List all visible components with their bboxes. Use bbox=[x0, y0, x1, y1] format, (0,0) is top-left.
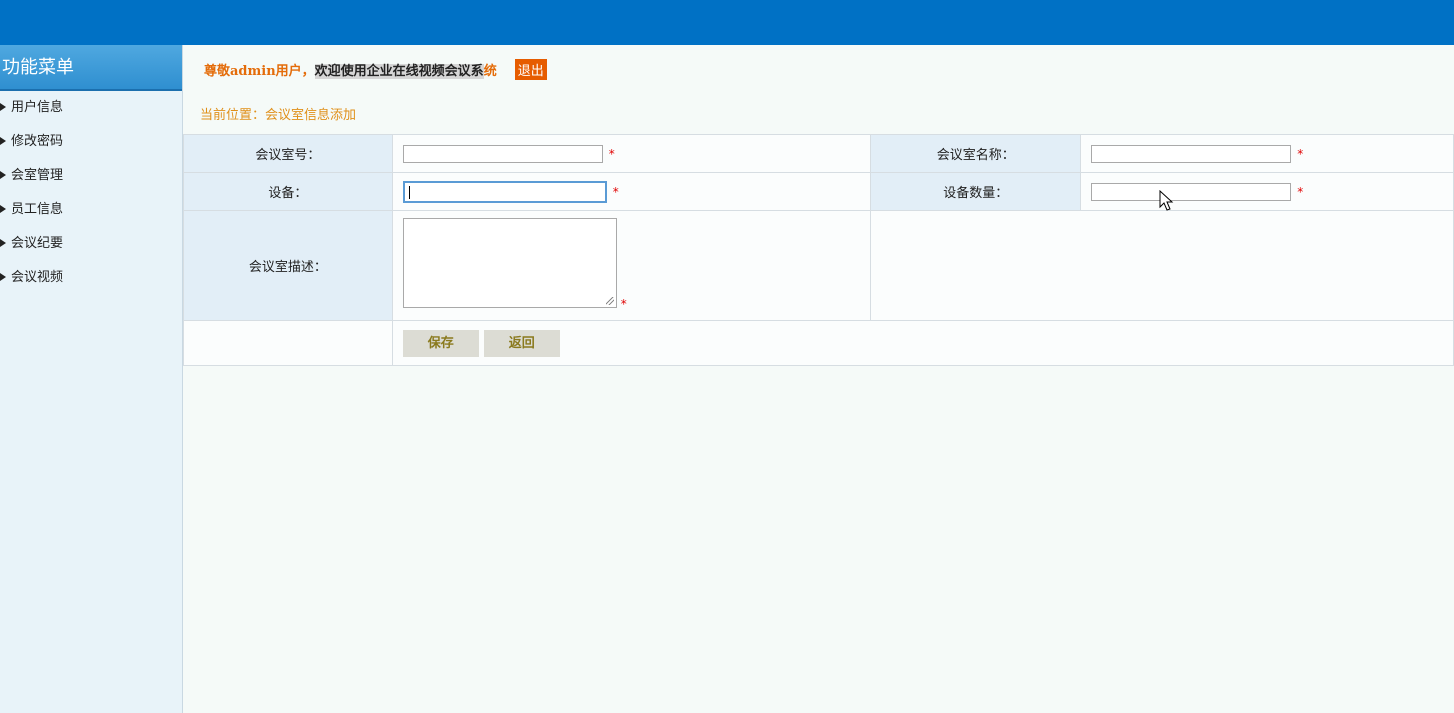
resize-grip-icon[interactable] bbox=[605, 297, 614, 305]
room-no-input[interactable] bbox=[402, 144, 603, 163]
room-no-label: 会议室号： bbox=[183, 134, 393, 173]
description-wrap: * bbox=[393, 211, 871, 320]
sidebar-item-label: 会室管理 bbox=[11, 168, 64, 183]
room-no-cell: * bbox=[391, 134, 872, 173]
device-count-input[interactable] bbox=[1091, 182, 1292, 201]
required-mark: * bbox=[620, 297, 627, 311]
sidebar-item-label: 员工信息 bbox=[11, 202, 64, 217]
arrow-right-icon bbox=[0, 205, 6, 213]
required-mark: * bbox=[1297, 184, 1304, 199]
sidebar-item-change-password[interactable]: 修改密码 bbox=[0, 125, 182, 159]
arrow-right-icon bbox=[0, 171, 6, 179]
sidebar-item-label: 会议纪要 bbox=[11, 236, 64, 251]
device-cell: * bbox=[391, 172, 872, 211]
empty-cell bbox=[183, 320, 393, 366]
welcome-message: 尊敬admin用户，欢迎使用企业在线视频会议系统 退出 bbox=[204, 59, 547, 80]
description-label: 会议室描述： bbox=[183, 210, 393, 321]
sidebar-item-label: 会议视频 bbox=[11, 270, 64, 285]
sidebar-item-user-info[interactable]: 用户信息 bbox=[0, 91, 182, 125]
actions-cell: 保存 返回 bbox=[391, 320, 1454, 366]
arrow-right-icon bbox=[0, 137, 6, 145]
breadcrumb: 当前位置：会议室信息添加 bbox=[200, 108, 357, 123]
sidebar-menu: 用户信息 修改密码 会室管理 员工信息 会议纪要 会议视频 bbox=[0, 91, 182, 295]
device-count-label: 设备数量： bbox=[870, 172, 1082, 211]
sidebar-item-employee-info[interactable]: 员工信息 bbox=[0, 193, 182, 227]
required-mark: * bbox=[608, 146, 615, 161]
sidebar-item-room-management[interactable]: 会室管理 bbox=[0, 159, 182, 193]
save-button[interactable]: 保存 bbox=[402, 329, 479, 357]
room-name-cell: * bbox=[1080, 134, 1454, 173]
top-banner bbox=[0, 0, 1454, 45]
sidebar-item-label: 用户信息 bbox=[11, 100, 64, 115]
main-content: 尊敬admin用户，欢迎使用企业在线视频会议系统 退出 当前位置：会议室信息添加 … bbox=[183, 45, 1454, 713]
sidebar: 功能菜单 用户信息 修改密码 会室管理 员工信息 会议纪要 会议视频 bbox=[0, 45, 183, 713]
sidebar-title: 功能菜单 bbox=[0, 45, 182, 91]
mouse-pointer-icon bbox=[1159, 190, 1174, 211]
welcome-suffix: 统 bbox=[483, 64, 497, 79]
description-textarea[interactable] bbox=[402, 218, 617, 308]
room-form: 会议室号： * 会议室名称： * 设备： * 设备数量： * 会议室描述： * … bbox=[183, 134, 1454, 366]
sidebar-item-meeting-video[interactable]: 会议视频 bbox=[0, 261, 182, 295]
logout-button[interactable]: 退出 bbox=[514, 59, 547, 80]
arrow-right-icon bbox=[0, 103, 6, 111]
welcome-prefix: 尊敬admin用户， bbox=[204, 64, 315, 79]
room-name-input[interactable] bbox=[1091, 144, 1292, 163]
arrow-right-icon bbox=[0, 239, 6, 247]
device-label: 设备： bbox=[183, 172, 393, 211]
sidebar-item-label: 修改密码 bbox=[11, 134, 64, 149]
back-button[interactable]: 返回 bbox=[483, 329, 560, 357]
device-count-cell: * bbox=[1080, 172, 1454, 211]
required-mark: * bbox=[1297, 146, 1304, 161]
description-cell: * bbox=[391, 210, 872, 321]
required-mark: * bbox=[612, 184, 619, 199]
device-input[interactable] bbox=[402, 180, 607, 203]
arrow-right-icon bbox=[0, 273, 6, 281]
room-name-label: 会议室名称： bbox=[870, 134, 1082, 173]
sidebar-item-meeting-minutes[interactable]: 会议纪要 bbox=[0, 227, 182, 261]
empty-cell bbox=[870, 210, 1454, 321]
welcome-middle: 欢迎使用企业在线视频会议系 bbox=[314, 64, 484, 79]
